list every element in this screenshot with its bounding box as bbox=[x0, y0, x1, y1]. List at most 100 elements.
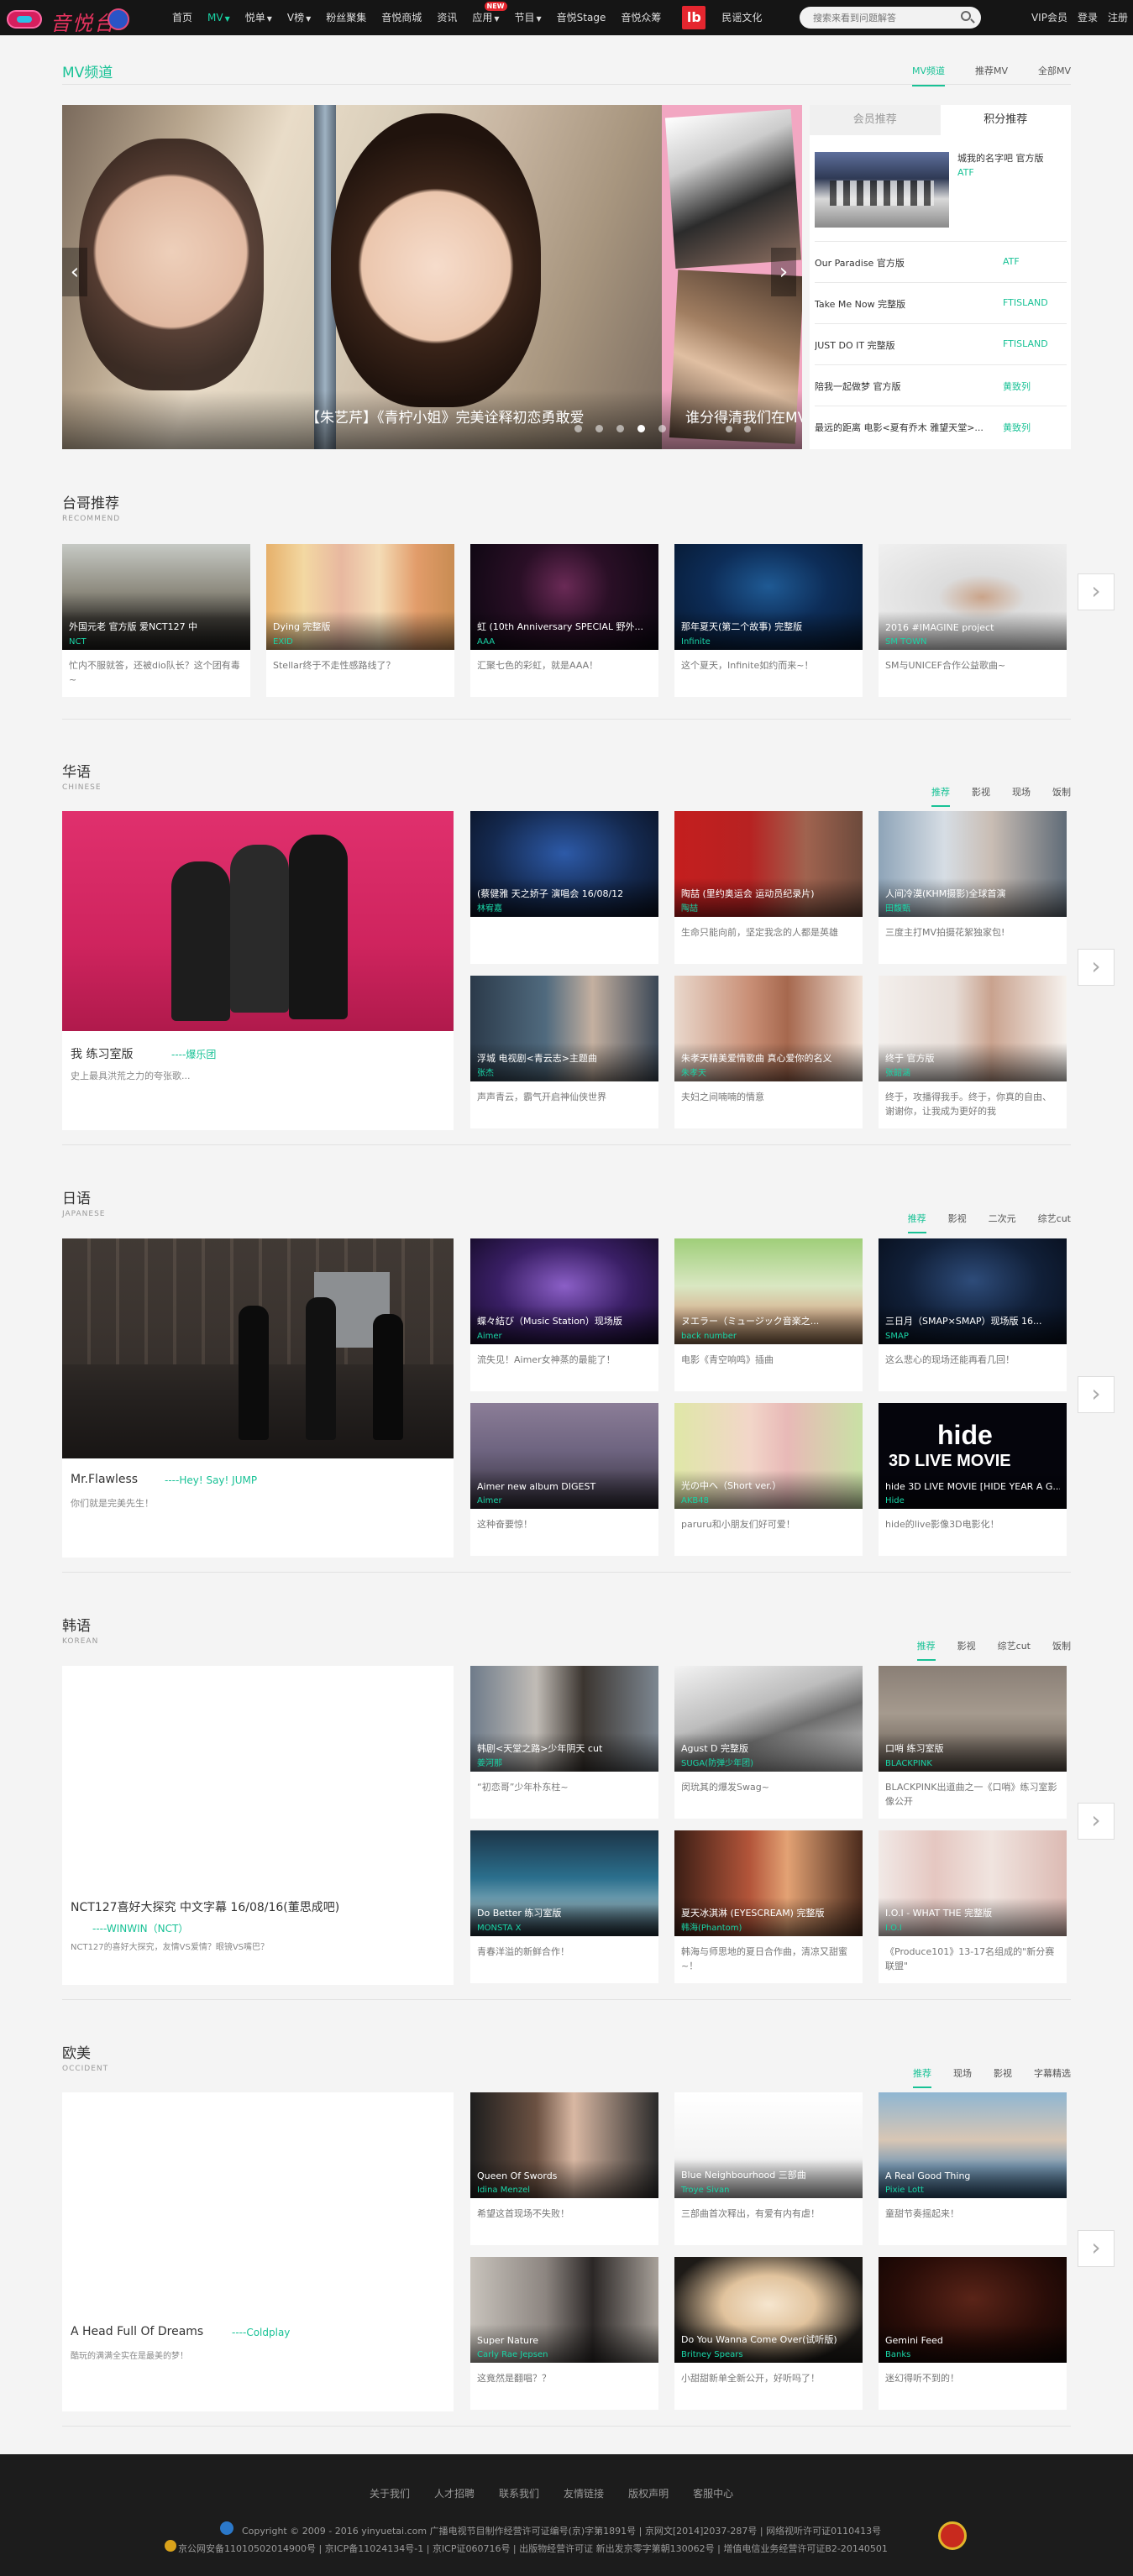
video-artist[interactable]: Infinite bbox=[681, 637, 711, 647]
video-title[interactable]: ヌエラー（ミュージック音楽之... bbox=[681, 1314, 856, 1327]
next-arrow-icon[interactable]: › bbox=[1078, 1803, 1115, 1840]
nav-item-shop[interactable]: 音悦商城 bbox=[374, 0, 429, 35]
featured-title[interactable]: NCT127喜好大探究 中文字幕 16/08/16(董思成吧) bbox=[71, 1898, 339, 1915]
video-artist[interactable]: SUGA(防弹少年团) bbox=[681, 1756, 753, 1768]
video-artist[interactable]: Aimer bbox=[477, 1332, 502, 1341]
video-thumbnail[interactable]: Gemini Feed Banks bbox=[879, 2257, 1067, 2363]
video-card[interactable]: 那年夏天(第二个故事) 完整版 Infinite 这个夏天，Infinite如约… bbox=[674, 544, 863, 697]
search-input[interactable] bbox=[800, 7, 951, 29]
video-title[interactable]: Agust D 完整版 bbox=[681, 1741, 856, 1755]
video-card[interactable]: Blue Neighbourhood 三部曲 Troye Sivan 三部曲首次… bbox=[674, 2092, 863, 2245]
featured-video-card[interactable]: Mr.Flawless ----Hey! Say! JUMP 你们就是完美先生！ bbox=[62, 1238, 454, 1558]
video-thumbnail[interactable]: 外国元老 官方版 爱NCT127 中 NCT bbox=[62, 544, 250, 650]
video-thumbnail[interactable]: 浮城 电视剧<青云志>主题曲 张杰 bbox=[470, 976, 658, 1081]
video-card[interactable]: 口哨 练习室版 BLACKPINK BLACKPINK出道曲之一《口哨》练习室影… bbox=[879, 1666, 1067, 1819]
video-title[interactable]: 终于 官方版 bbox=[885, 1051, 1060, 1065]
ranking-row[interactable]: JUST DO IT 完整版 FTISLAND bbox=[815, 323, 1067, 364]
nav-item-crowdfunding[interactable]: 音悦众筹 bbox=[613, 0, 669, 35]
video-thumbnail[interactable]: 2016 #IMAGINE project SM TOWN bbox=[879, 544, 1067, 650]
video-title[interactable]: 夏天冰淇淋 (EYESCREAM) 完整版 bbox=[681, 1906, 856, 1919]
video-title[interactable]: 韩剧<天堂之路>少年阴天 cut bbox=[477, 1741, 652, 1755]
video-card[interactable]: 终于 官方版 张韶涵 终于，攻播得我手。终于，你真的自由、谢谢你，让我成为更好的… bbox=[879, 976, 1067, 1128]
tab-recommend[interactable]: 推荐 bbox=[916, 1639, 936, 1661]
footer-link-friends[interactable]: 友情链接 bbox=[564, 2486, 604, 2500]
video-card[interactable]: A Real Good Thing Pixie Lott 童甜节奏摇起来！ bbox=[879, 2092, 1067, 2245]
video-artist[interactable]: 张韶涵 bbox=[885, 1065, 910, 1078]
nav-item-folk[interactable]: 民谣文化 bbox=[714, 0, 769, 35]
video-card[interactable]: 蝶々結び（Music Station）现场版 Aimer 流失见！Aimer女神… bbox=[470, 1238, 658, 1391]
video-thumbnail[interactable]: 人间冷漠(KHM摄影)全球首演 田馥甄 bbox=[879, 811, 1067, 917]
video-title[interactable]: 人间冷漠(KHM摄影)全球首演 bbox=[885, 887, 1060, 900]
featured-title[interactable]: A Head Full Of Dreams bbox=[71, 2325, 203, 2338]
search-icon[interactable] bbox=[961, 11, 971, 21]
next-arrow-icon[interactable]: › bbox=[1078, 949, 1115, 986]
ranking-artist[interactable]: FTISLAND bbox=[1003, 297, 1048, 308]
tab-mv-channel[interactable]: MV频道 bbox=[911, 64, 945, 86]
video-title[interactable]: 光の中へ（Short ver.） bbox=[681, 1479, 856, 1492]
video-card[interactable]: 虹 (10th Anniversary SPECIAL 野外... AAA 汇聚… bbox=[470, 544, 658, 697]
slide-caption-next[interactable]: 谁分得清我们在MV里 bbox=[685, 406, 802, 427]
video-artist[interactable]: Pixie Lott bbox=[885, 2186, 924, 2195]
next-arrow-icon[interactable]: › bbox=[1078, 2230, 1115, 2267]
video-thumbnail[interactable]: 口哨 练习室版 BLACKPINK bbox=[879, 1666, 1067, 1772]
footer-link-support[interactable]: 客服中心 bbox=[693, 2486, 733, 2500]
ranking-title[interactable]: 最远的距离 电影<夏有乔木 雅望天堂>... bbox=[815, 421, 991, 434]
nav-item-apps[interactable]: 应用 ▼ NEW bbox=[464, 0, 507, 35]
nav-item-fans[interactable]: 粉丝聚集 bbox=[318, 0, 374, 35]
nav-item-news[interactable]: 资讯 bbox=[429, 0, 464, 35]
video-thumbnail[interactable]: ヌエラー（ミュージック音楽之... back number bbox=[674, 1238, 863, 1344]
video-thumbnail[interactable]: 陶喆 (里约奥运会 运动员纪录片) 陶喆 bbox=[674, 811, 863, 917]
video-artist[interactable]: 林宥嘉 bbox=[477, 901, 502, 914]
nav-item-home[interactable]: 首页 bbox=[165, 0, 200, 35]
featured-thumbnail[interactable] bbox=[62, 1238, 454, 1458]
tab-all-mv[interactable]: 全部MV bbox=[1038, 64, 1071, 86]
footer-link-copyright[interactable]: 版权声明 bbox=[628, 2486, 669, 2500]
video-thumbnail[interactable]: A Real Good Thing Pixie Lott bbox=[879, 2092, 1067, 2198]
video-card[interactable]: Agust D 完整版 SUGA(防弹少年团) 闵玧其的爆发Swag~ bbox=[674, 1666, 863, 1819]
video-artist[interactable]: Troye Sivan bbox=[681, 2186, 729, 2195]
ranking-top-item[interactable]: 城我的名字吧 官方版 ATF bbox=[815, 152, 1067, 229]
video-artist[interactable]: 陶喆 bbox=[681, 901, 698, 914]
video-thumbnail[interactable]: Super Nature Carly Rae Jepsen bbox=[470, 2257, 658, 2363]
nav-item-shows[interactable]: 节目 ▼ bbox=[507, 0, 549, 35]
video-card[interactable]: 外国元老 官方版 爱NCT127 中 NCT 忙内不服就答，还被dio队长？这个… bbox=[62, 544, 250, 697]
video-title[interactable]: Aimer new album DIGEST bbox=[477, 1481, 652, 1492]
video-thumbnail[interactable]: 蝶々結び（Music Station）现场版 Aimer bbox=[470, 1238, 658, 1344]
video-thumbnail[interactable]: 那年夏天(第二个故事) 完整版 Infinite bbox=[674, 544, 863, 650]
tab-live[interactable]: 现场 bbox=[1012, 785, 1031, 807]
footer-link-contact[interactable]: 联系我们 bbox=[499, 2486, 539, 2500]
slider-dot[interactable] bbox=[616, 425, 624, 432]
featured-artist[interactable]: ----WINWIN（NCT） bbox=[92, 1921, 188, 1935]
site-logo[interactable]: 音悦台 bbox=[7, 3, 141, 35]
register-link[interactable]: 注册 bbox=[1103, 0, 1133, 35]
video-title[interactable]: Do Better 练习室版 bbox=[477, 1906, 652, 1919]
video-artist[interactable]: SMAP bbox=[885, 1332, 909, 1341]
video-artist[interactable]: SM TOWN bbox=[885, 637, 927, 647]
video-card[interactable]: Do You Wanna Come Over(试听版) Britney Spea… bbox=[674, 2257, 863, 2410]
video-thumbnail[interactable]: 光の中へ（Short ver.） AKB48 bbox=[674, 1403, 863, 1509]
tab-member-recommend[interactable]: 会员推荐 bbox=[810, 105, 941, 135]
video-card[interactable]: 韩剧<天堂之路>少年阴天 cut 姜河那 “初恋哥”少年朴东柱~ bbox=[470, 1666, 658, 1819]
ranking-title[interactable]: Take Me Now 完整版 bbox=[815, 297, 991, 311]
video-thumbnail[interactable]: 虹 (10th Anniversary SPECIAL 野外... AAA bbox=[470, 544, 658, 650]
video-thumbnail[interactable]: Agust D 完整版 SUGA(防弹少年团) bbox=[674, 1666, 863, 1772]
tab-film[interactable]: 影视 bbox=[957, 1639, 976, 1661]
certification-seal-icon[interactable] bbox=[938, 2521, 967, 2550]
tab-subtitles[interactable]: 字幕精选 bbox=[1034, 2066, 1071, 2088]
tab-variety[interactable]: 综艺cut bbox=[1038, 1212, 1071, 1233]
video-card[interactable]: Super Nature Carly Rae Jepsen 这竟然是翻唱？？ bbox=[470, 2257, 658, 2410]
video-artist[interactable]: AAA bbox=[477, 637, 495, 647]
video-card[interactable]: 三日月（SMAP×SMAP）现场版 16... SMAP 这么悲心的现场还能再看… bbox=[879, 1238, 1067, 1391]
video-artist[interactable]: 张杰 bbox=[477, 1065, 494, 1078]
video-title[interactable]: A Real Good Thing bbox=[885, 2170, 1060, 2181]
ranking-row[interactable]: Take Me Now 完整版 FTISLAND bbox=[815, 282, 1067, 323]
video-title[interactable]: 外国元老 官方版 爱NCT127 中 bbox=[69, 620, 244, 633]
tab-film[interactable]: 影视 bbox=[994, 2066, 1012, 2088]
ranking-thumbnail[interactable] bbox=[815, 152, 949, 228]
video-thumbnail[interactable]: I.O.I - WHAT THE 完整版 I.O.I bbox=[879, 1830, 1067, 1936]
video-artist[interactable]: NCT bbox=[69, 637, 87, 647]
video-title[interactable]: Blue Neighbourhood 三部曲 bbox=[681, 2168, 856, 2181]
video-card[interactable]: 夏天冰淇淋 (EYESCREAM) 完整版 韩海(Phantom) 韩海与师思地… bbox=[674, 1830, 863, 1983]
video-card[interactable]: hide 3D LIVE MOVIE hide 3D LIVE MOVIE [H… bbox=[879, 1403, 1067, 1556]
footer-link-jobs[interactable]: 人才招聘 bbox=[434, 2486, 475, 2500]
